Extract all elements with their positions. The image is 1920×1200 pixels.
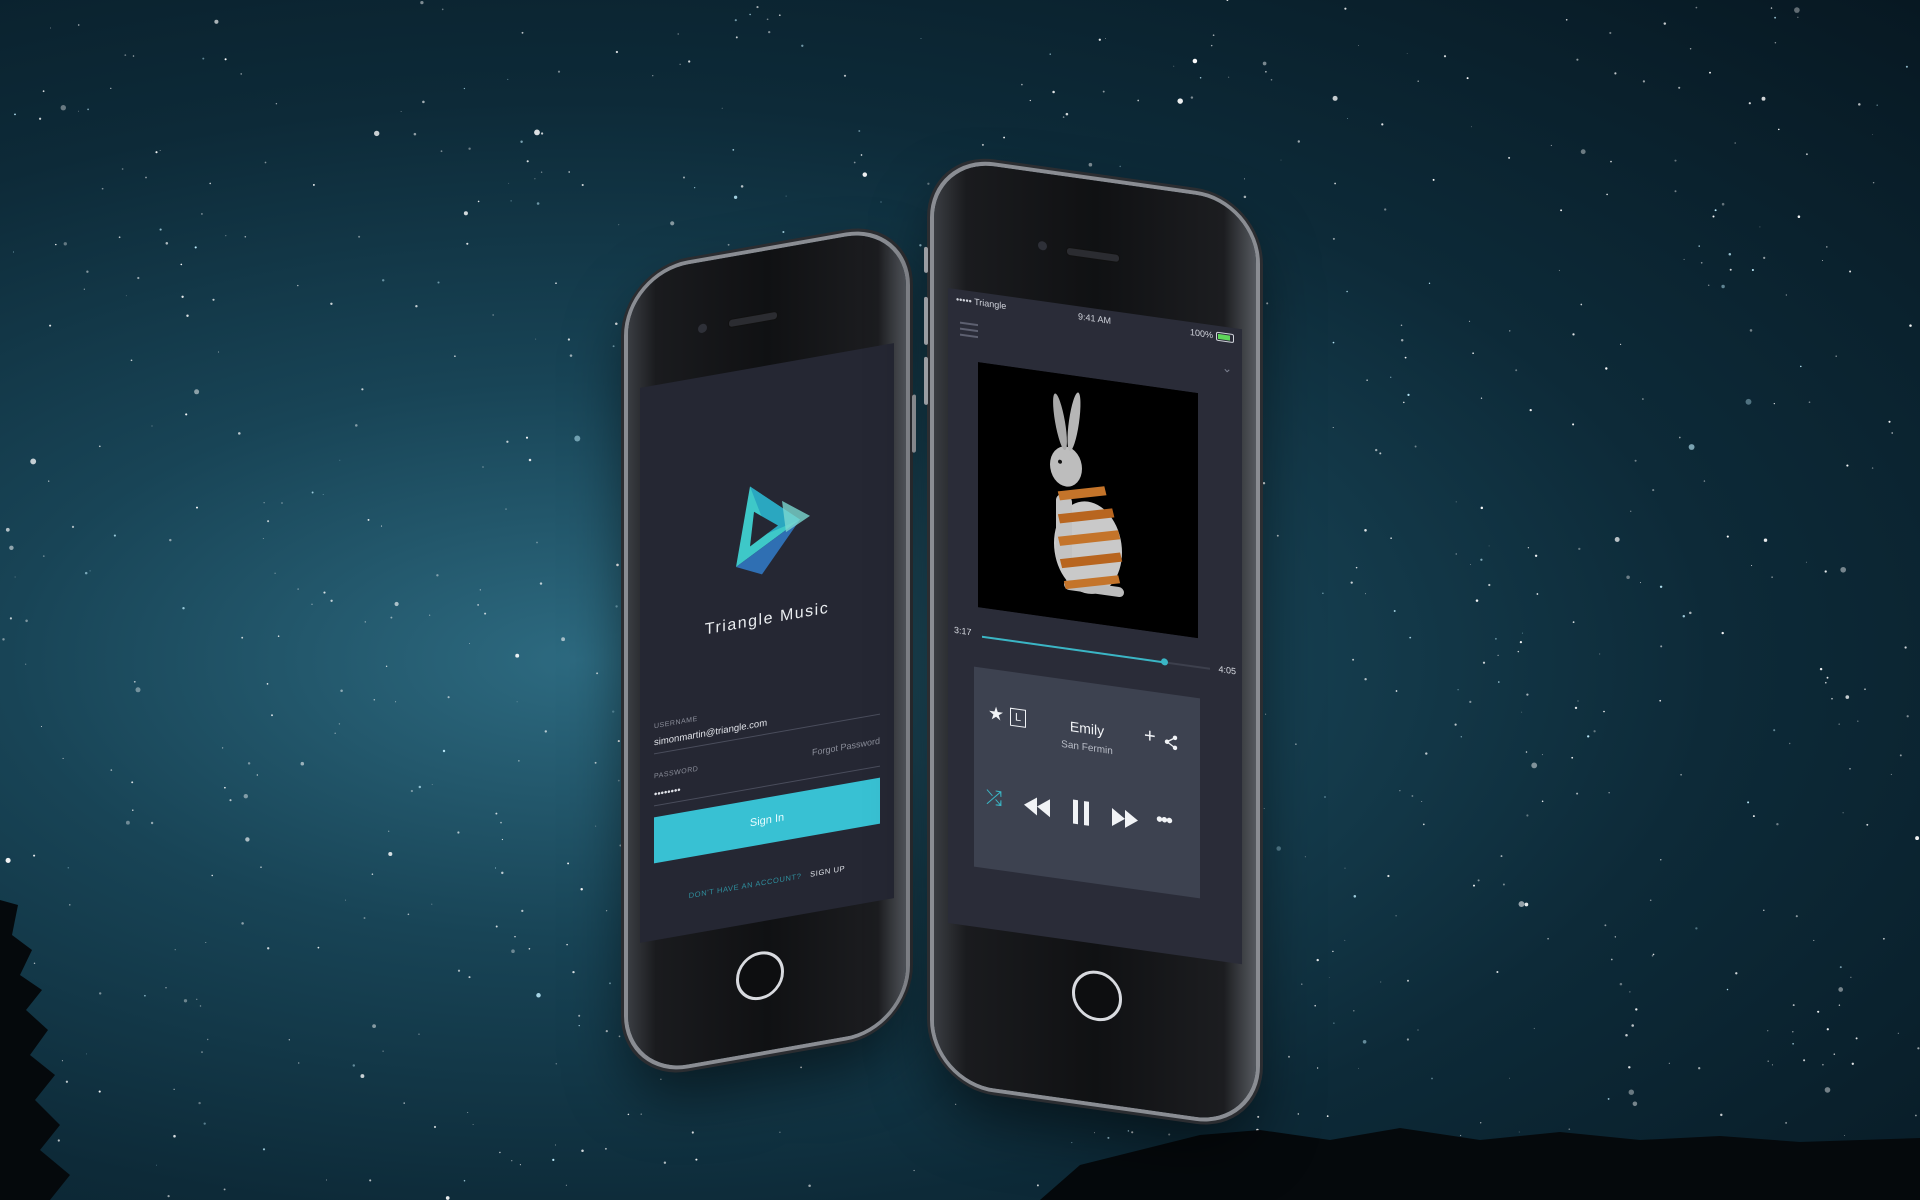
password-label: PASSWORD <box>654 765 699 781</box>
fast-forward-icon[interactable] <box>1110 806 1140 832</box>
password-field[interactable]: •••••••• <box>654 785 681 801</box>
earpiece-speaker <box>728 310 778 329</box>
total-time: 4:05 <box>1218 663 1236 677</box>
home-button <box>736 947 784 1004</box>
battery-indicator: 100% <box>1189 326 1234 344</box>
sign-up-link[interactable]: SIGN UP <box>810 864 845 879</box>
carrier-label: ••••• Triangle <box>956 294 1007 312</box>
front-camera <box>698 323 707 334</box>
battery-icon <box>1216 331 1234 344</box>
shuffle-icon[interactable]: ⤮ <box>986 786 1002 811</box>
home-button <box>1072 967 1122 1025</box>
power-button <box>912 394 916 453</box>
chevron-down-icon[interactable]: ⌄ <box>1222 360 1232 375</box>
album-art <box>978 362 1198 639</box>
elapsed-time: 3:17 <box>954 624 972 638</box>
sign-in-button[interactable]: Sign In <box>654 777 880 864</box>
signup-row: DON'T HAVE AN ACCOUNT? SIGN UP <box>640 855 894 909</box>
battery-percent: 100% <box>1189 326 1213 341</box>
volume-up-button <box>924 296 928 346</box>
rewind-icon[interactable] <box>1022 793 1052 819</box>
login-phone: Triangle Music USERNAME simonmartin@tria… <box>628 225 916 1076</box>
player-phone: ••••• Triangle 9:41 AM 100% ⌄ 3:17 4:05 … <box>924 158 1256 1126</box>
plus-icon[interactable]: + <box>1144 725 1156 750</box>
menu-icon[interactable] <box>960 321 978 339</box>
mute-switch <box>924 246 928 274</box>
login-screen: Triangle Music USERNAME simonmartin@tria… <box>640 343 894 943</box>
player-controls-panel: ★ L Emily San Fermin + ⤮ ••• <box>974 666 1200 899</box>
player-screen: ••••• Triangle 9:41 AM 100% ⌄ 3:17 4:05 … <box>948 287 1242 965</box>
forgot-password-link[interactable]: Forgot Password <box>812 736 880 758</box>
front-camera <box>1038 240 1047 251</box>
more-icon[interactable]: ••• <box>1156 808 1171 833</box>
app-title: Triangle Music <box>704 599 830 639</box>
pause-icon[interactable] <box>1072 798 1090 827</box>
triangle-music-logo <box>736 486 810 575</box>
progress-fill <box>982 635 1165 664</box>
earpiece-speaker <box>1066 246 1120 264</box>
share-icon[interactable] <box>1164 733 1178 751</box>
progress-handle[interactable] <box>1161 657 1169 666</box>
no-account-text: DON'T HAVE AN ACCOUNT? <box>688 871 802 901</box>
clock: 9:41 AM <box>1078 311 1112 326</box>
volume-down-button <box>924 356 928 406</box>
status-bar: ••••• Triangle 9:41 AM 100% <box>948 288 1242 351</box>
progress-track[interactable] <box>982 635 1210 670</box>
username-label: USERNAME <box>654 715 698 731</box>
